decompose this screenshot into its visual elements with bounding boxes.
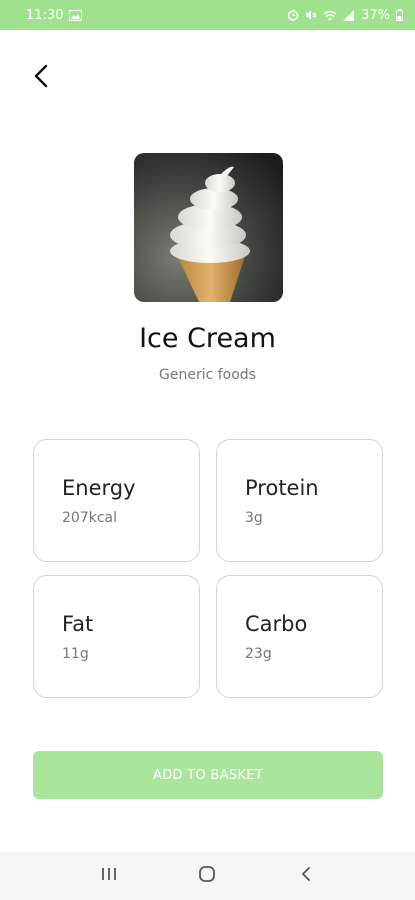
image-icon <box>69 9 83 21</box>
nutrient-label: Carbo <box>245 612 308 636</box>
home-button[interactable] <box>187 856 227 896</box>
ice-cream-cone-photo <box>134 153 283 302</box>
system-nav-bar <box>0 852 415 900</box>
nutrient-value: 11g <box>62 646 89 662</box>
back-nav-icon <box>300 866 312 886</box>
recent-apps-button[interactable] <box>89 856 129 896</box>
status-bar: 11:30 37% <box>0 0 415 30</box>
alarm-icon <box>287 9 299 21</box>
nutrient-value: 207kcal <box>62 510 117 526</box>
nutrient-value: 23g <box>245 646 272 662</box>
chevron-left-icon <box>33 64 49 92</box>
add-to-basket-button[interactable]: ADD TO BASKET <box>33 751 383 799</box>
battery-percent: 37% <box>361 7 390 23</box>
status-right: 37% <box>287 8 403 23</box>
nutrient-label: Energy <box>62 476 136 500</box>
nutrient-card-fat: Fat 11g <box>33 575 200 698</box>
battery-icon <box>396 9 403 21</box>
back-button[interactable] <box>24 60 58 96</box>
nutrient-card-energy: Energy 207kcal <box>33 439 200 562</box>
wifi-icon <box>323 10 337 21</box>
mute-icon <box>305 9 317 21</box>
nutrient-label: Protein <box>245 476 319 500</box>
food-title: Ice Cream <box>139 323 276 354</box>
back-nav-button[interactable] <box>286 856 326 896</box>
nutrient-card-protein: Protein 3g <box>216 439 383 562</box>
food-image <box>134 153 283 302</box>
nutrient-label: Fat <box>62 612 94 636</box>
nutrient-card-carbo: Carbo 23g <box>216 575 383 698</box>
status-left: 11:30 <box>26 7 83 23</box>
nutrient-value: 3g <box>245 510 263 526</box>
home-icon <box>198 865 216 887</box>
status-time: 11:30 <box>26 7 64 23</box>
recent-apps-icon <box>100 866 118 886</box>
food-category: Generic foods <box>159 367 256 383</box>
signal-icon <box>343 9 355 21</box>
